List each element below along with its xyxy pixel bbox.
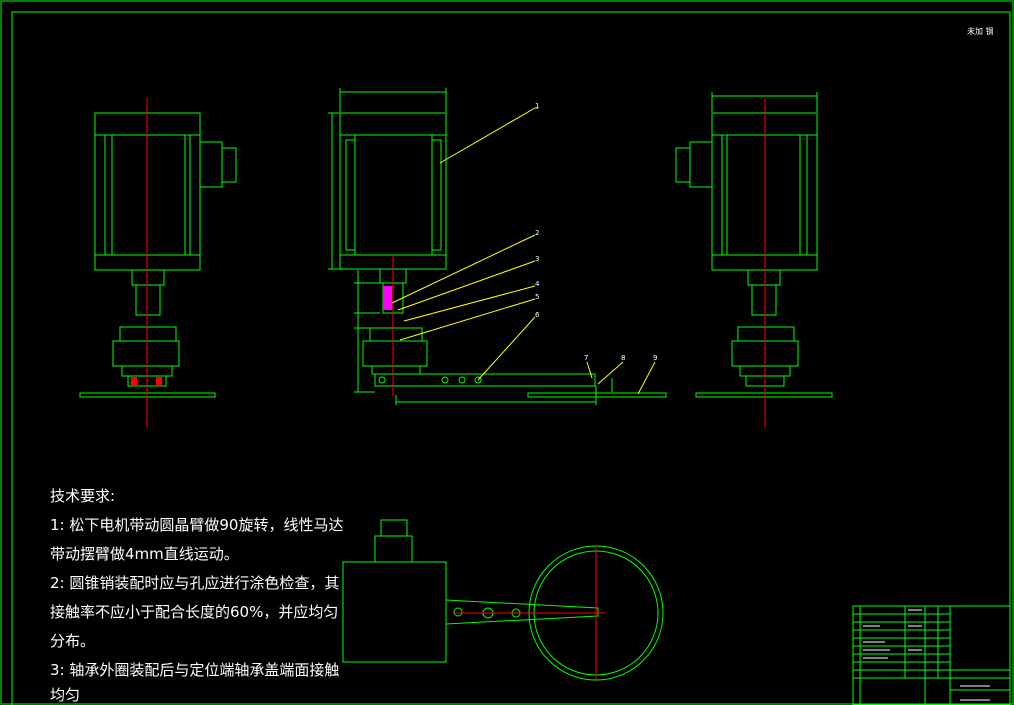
part-label-3: 3 — [535, 255, 539, 263]
drawing-sheet: 未加 钢 1 2 3 4 5 6 7 8 9 — [0, 0, 1014, 705]
tech-requirement-line-6: 3: 轴承外圈装配后与定位端轴承盖端面接触 — [50, 661, 340, 679]
part-label-5: 5 — [535, 293, 539, 301]
tech-requirement-line-7: 均匀 — [50, 686, 81, 704]
part-label-4: 4 — [535, 280, 540, 288]
part-label-7: 7 — [584, 354, 588, 362]
part-label-2: 2 — [535, 229, 539, 237]
tech-requirement-line-4: 接触率不应小于配合长度的60%，并应均匀 — [50, 603, 339, 621]
front-view — [328, 88, 667, 405]
outer-frame — [0, 0, 1014, 705]
title-block — [852, 605, 1011, 705]
leader-lines — [391, 107, 656, 395]
part-label-1: 1 — [535, 102, 539, 110]
right-side-view — [675, 92, 833, 398]
left-view-red-mark-1 — [131, 377, 137, 385]
part-label-9: 9 — [653, 354, 657, 362]
part-label-8: 8 — [621, 354, 625, 362]
tech-requirement-line-1: 1: 松下电机带动圆晶臂做90旋转，线性马达 — [50, 516, 344, 534]
title-block-text-marks — [863, 609, 990, 701]
tech-requirements-title: 技术要求: — [50, 487, 116, 505]
tech-requirement-line-3: 2: 圆锥销装配时应与孔应进行涂色检查，其 — [50, 574, 340, 592]
left-side-view — [79, 112, 237, 398]
corner-mark: 未加 钢 — [967, 26, 994, 36]
tech-requirement-line-2: 带动摆臂做4mm直线运动。 — [50, 545, 239, 563]
top-view — [342, 519, 664, 681]
left-view-red-mark-2 — [156, 377, 162, 385]
tech-requirement-line-5: 分布。 — [50, 632, 96, 650]
part-label-6: 6 — [535, 311, 540, 319]
part-number-labels: 1 2 3 4 5 6 7 8 9 — [535, 102, 657, 362]
front-view-hatched-coupling — [383, 286, 392, 310]
